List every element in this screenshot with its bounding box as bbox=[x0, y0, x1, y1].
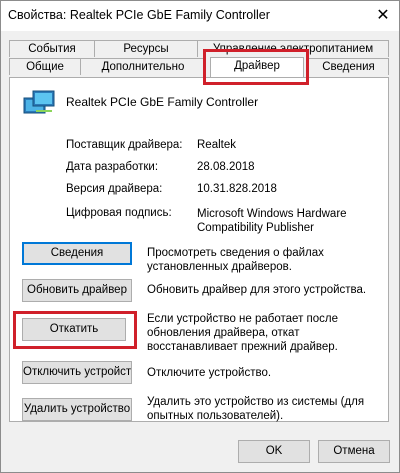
close-icon[interactable]: ✕ bbox=[372, 4, 394, 26]
tab-resources[interactable]: Ресурсы bbox=[94, 40, 198, 57]
date-label: Дата разработки: bbox=[66, 161, 159, 173]
update-driver-button[interactable]: Обновить драйвер bbox=[22, 279, 132, 302]
roll-back-driver-desc: Если устройство не работает после обновл… bbox=[147, 313, 339, 353]
tab-details[interactable]: Сведения bbox=[308, 58, 389, 75]
uninstall-device-button[interactable]: Удалить устройство bbox=[22, 398, 132, 421]
tab-events[interactable]: События bbox=[9, 40, 95, 57]
cancel-button[interactable]: Отмена bbox=[318, 440, 390, 463]
provider-label: Поставщик драйвера: bbox=[66, 139, 183, 151]
signature-value: Microsoft Windows Hardware Compatibility… bbox=[197, 208, 347, 234]
version-value: 10.31.828.2018 bbox=[197, 183, 277, 195]
roll-back-highlight bbox=[13, 311, 137, 349]
driver-details-button[interactable]: Сведения bbox=[22, 242, 132, 265]
ok-button[interactable]: OK bbox=[238, 440, 310, 463]
signature-label: Цифровая подпись: bbox=[66, 207, 172, 219]
driver-tab-highlight bbox=[203, 49, 309, 85]
tab-general[interactable]: Общие bbox=[9, 58, 81, 75]
disable-device-button[interactable]: Отключить устройство bbox=[22, 361, 132, 384]
window-title: Свойства: Realtek PCIe GbE Family Contro… bbox=[8, 8, 270, 22]
uninstall-device-desc: Удалить это устройство из системы (для о… bbox=[147, 396, 365, 422]
disable-device-desc: Отключите устройство. bbox=[147, 367, 272, 379]
version-label: Версия драйвера: bbox=[66, 183, 163, 195]
network-adapter-icon bbox=[22, 89, 56, 115]
driver-details-desc: Просмотреть сведения о файлах установлен… bbox=[147, 247, 324, 273]
provider-value: Realtek bbox=[197, 139, 236, 151]
update-driver-desc: Обновить драйвер для этого устройства. bbox=[147, 284, 367, 296]
device-name: Realtek PCIe GbE Family Controller bbox=[66, 95, 259, 109]
date-value: 28.08.2018 bbox=[197, 161, 255, 173]
tab-advanced[interactable]: Дополнительно bbox=[80, 58, 206, 75]
